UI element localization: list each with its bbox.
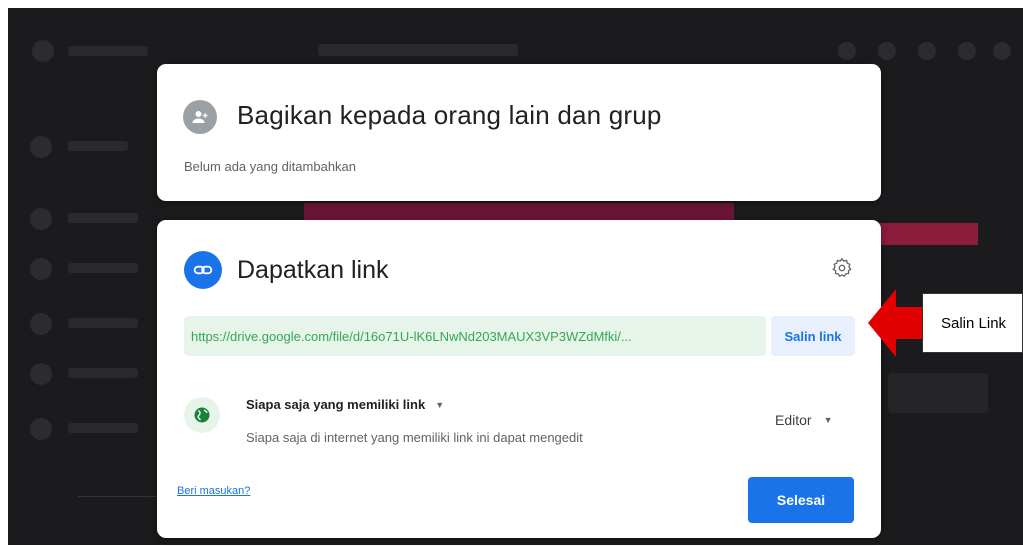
role-dropdown[interactable]: Editor ▼ xyxy=(775,412,833,428)
share-dialog-subtitle: Belum ada yang ditambahkan xyxy=(184,159,357,174)
sidebar-text-placeholder xyxy=(68,368,138,378)
feedback-link[interactable]: Beri masukan? xyxy=(177,485,250,497)
general-access-description: Siapa saja di internet yang memiliki lin… xyxy=(246,430,583,445)
sidebar-icon xyxy=(30,363,52,385)
sidebar-text-placeholder xyxy=(68,263,138,273)
sidebar-icon xyxy=(30,313,52,335)
get-link-title: Dapatkan link xyxy=(237,256,389,284)
sidebar-icon xyxy=(30,258,52,280)
toolbar-icon xyxy=(958,42,976,60)
sidebar-text-placeholder xyxy=(68,213,138,223)
caret-down-icon: ▼ xyxy=(435,399,445,410)
general-access-label: Siapa saja yang memiliki link xyxy=(246,397,426,412)
general-access-dropdown[interactable]: Siapa saja yang memiliki link ▼ xyxy=(246,397,444,412)
sidebar-text-placeholder xyxy=(68,141,128,151)
caret-down-icon: ▼ xyxy=(823,415,833,425)
done-button[interactable]: Selesai xyxy=(748,477,854,523)
toolbar-icon xyxy=(993,42,1011,60)
share-people-card: Bagikan kepada orang lain dan grup Belum… xyxy=(157,64,881,201)
sidebar-icon xyxy=(30,418,52,440)
app-title-placeholder xyxy=(68,46,148,56)
link-icon xyxy=(184,251,222,289)
toolbar-icon xyxy=(918,42,936,60)
annotation-label: Salin Link xyxy=(941,314,1007,332)
get-link-card: Dapatkan link https://drive.google.com/f… xyxy=(157,220,881,538)
toolbar-icon xyxy=(878,42,896,60)
sidebar-icon xyxy=(30,136,52,158)
share-link-field[interactable]: https://drive.google.com/file/d/16o71U-l… xyxy=(184,316,766,356)
sidebar-icon xyxy=(30,208,52,230)
add-person-icon xyxy=(183,100,217,134)
app-logo-icon xyxy=(32,40,54,62)
copy-link-button[interactable]: Salin link xyxy=(771,316,855,356)
role-label: Editor xyxy=(775,412,812,428)
background-panel xyxy=(888,373,988,413)
share-dialog-title: Bagikan kepada orang lain dan grup xyxy=(237,100,662,130)
divider xyxy=(78,496,168,497)
annotation-callout: Salin Link xyxy=(922,293,1023,353)
gear-icon[interactable] xyxy=(830,256,854,280)
sidebar-text-placeholder xyxy=(68,318,138,328)
red-arrow-icon xyxy=(868,289,922,357)
search-placeholder xyxy=(318,44,518,56)
globe-icon xyxy=(184,397,220,433)
sidebar-text-placeholder xyxy=(68,423,138,433)
toolbar-icon xyxy=(838,42,856,60)
